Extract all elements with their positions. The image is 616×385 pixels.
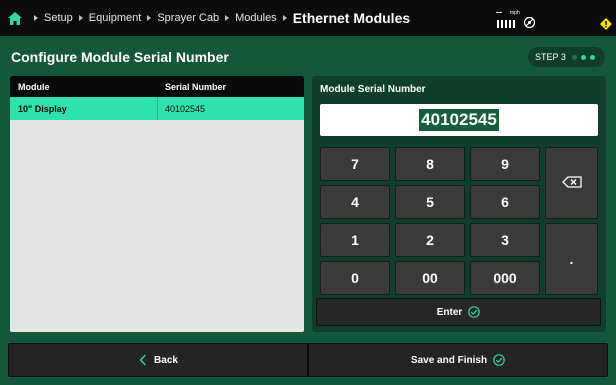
- check-circle-icon: [468, 306, 481, 318]
- key-2[interactable]: 2: [395, 223, 465, 257]
- step-dot-current: [589, 54, 595, 60]
- keypad-title: Module Serial Number: [320, 84, 426, 95]
- key-1[interactable]: 1: [320, 223, 390, 257]
- signal-bars-icon: [497, 20, 517, 28]
- key-0[interactable]: 0: [320, 261, 390, 295]
- top-bar: Setup Equipment Sprayer Cab Modules Ethe…: [0, 0, 616, 36]
- module-name-cell: 10" Display: [10, 97, 158, 120]
- serial-number-value: 40102545: [419, 109, 499, 131]
- footer-bar: Back Save and Finish: [8, 343, 608, 377]
- key-3[interactable]: 3: [470, 223, 540, 257]
- breadcrumb-setup[interactable]: Setup: [44, 12, 73, 24]
- breadcrumb-sprayer-cab[interactable]: Sprayer Cab: [157, 12, 219, 24]
- key-5[interactable]: 5: [395, 185, 465, 219]
- key-000[interactable]: 000: [470, 261, 540, 295]
- step-dot: [571, 54, 577, 60]
- back-label: Back: [154, 354, 178, 366]
- step-dots: [571, 54, 595, 60]
- keypad-panel: Module Serial Number 40102545 7 8 9 4 5 …: [312, 76, 606, 332]
- speed-value: --: [496, 7, 502, 17]
- check-circle-icon: [493, 354, 505, 366]
- table-row[interactable]: 10" Display 40102545: [10, 97, 304, 120]
- module-table: Module Serial Number 10" Display 4010254…: [10, 76, 304, 332]
- home-icon[interactable]: [8, 11, 22, 25]
- enter-label: Enter: [436, 306, 463, 318]
- key-6[interactable]: 6: [470, 185, 540, 219]
- key-00[interactable]: 00: [395, 261, 465, 295]
- key-4[interactable]: 4: [320, 185, 390, 219]
- breadcrumb-separator-icon: [282, 15, 287, 21]
- key-decimal[interactable]: .: [545, 223, 598, 295]
- speed-indicator: -- mph: [496, 6, 526, 32]
- breadcrumb-equipment[interactable]: Equipment: [89, 12, 142, 24]
- key-9[interactable]: 9: [470, 147, 540, 181]
- backspace-button[interactable]: [545, 147, 598, 219]
- serial-number-input[interactable]: 40102545: [320, 104, 598, 136]
- key-7[interactable]: 7: [320, 147, 390, 181]
- breadcrumb-separator-icon: [34, 15, 38, 21]
- column-header-serial: Serial Number: [165, 81, 227, 92]
- breadcrumb-modules[interactable]: Modules: [235, 12, 277, 24]
- chevron-left-icon: [138, 354, 148, 366]
- page-title: Configure Module Serial Number: [11, 49, 229, 65]
- step-label: STEP 3: [535, 52, 566, 62]
- speed-unit: mph: [510, 10, 520, 16]
- backspace-icon: [561, 175, 582, 191]
- table-header: Module Serial Number: [10, 76, 304, 97]
- breadcrumb-separator-icon: [147, 15, 152, 21]
- serial-number-cell: 40102545: [165, 103, 206, 114]
- save-and-finish-button[interactable]: Save and Finish: [308, 343, 608, 377]
- satellite-icon: [523, 16, 536, 29]
- step-dot: [580, 54, 586, 60]
- step-indicator: STEP 3: [528, 47, 605, 67]
- enter-button[interactable]: Enter: [316, 298, 601, 326]
- column-header-module: Module: [18, 81, 50, 92]
- key-8[interactable]: 8: [395, 147, 465, 181]
- breadcrumb-separator-icon: [78, 15, 83, 21]
- breadcrumb-separator-icon: [225, 15, 230, 21]
- save-and-finish-label: Save and Finish: [410, 354, 488, 366]
- back-button[interactable]: Back: [8, 343, 308, 377]
- page-heading: Ethernet Modules: [292, 10, 411, 26]
- warning-icon[interactable]: [600, 17, 612, 30]
